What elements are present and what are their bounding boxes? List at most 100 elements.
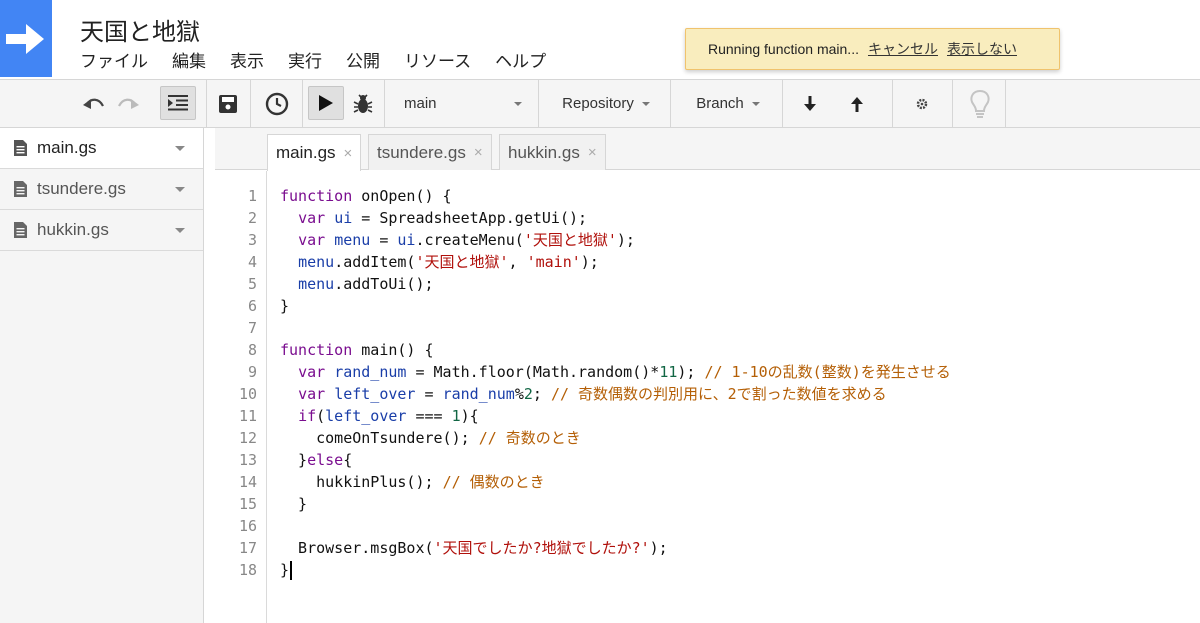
code-token: ); (580, 253, 599, 271)
code-token: function (280, 341, 353, 359)
code-line[interactable] (280, 515, 951, 537)
notice-cancel-link[interactable]: キャンセル (868, 39, 938, 59)
file-item-hukkin[interactable]: hukkin.gs (0, 210, 203, 251)
file-name: hukkin.gs (37, 220, 109, 239)
close-icon[interactable]: × (344, 145, 353, 162)
toolbar-separator (538, 80, 539, 127)
tab-tsundere[interactable]: tsundere.gs × (368, 134, 492, 170)
settings-button[interactable] (908, 80, 936, 127)
code-line[interactable]: var left_over = rand_num%2; // 奇数偶数の判別用に… (280, 383, 951, 405)
code-line[interactable]: var menu = ui.createMenu('天国と地獄'); (280, 229, 951, 251)
line-number: 2 (247, 209, 257, 227)
code-line[interactable]: comeOnTsundere(); // 奇数のとき (280, 427, 951, 449)
chevron-down-icon[interactable] (175, 228, 185, 233)
chevron-down-icon[interactable] (175, 187, 185, 192)
toolbar-separator (384, 80, 385, 127)
tab-main[interactable]: main.gs × (267, 134, 362, 171)
code-line[interactable]: } (280, 559, 951, 581)
code-token: = (370, 231, 398, 249)
run-button[interactable] (308, 86, 344, 120)
code-line[interactable]: }else{ (280, 449, 951, 471)
menu-publish[interactable]: 公開 (346, 47, 380, 72)
chevron-down-icon[interactable] (175, 146, 185, 151)
redo-button[interactable] (114, 80, 142, 127)
menu-file[interactable]: ファイル (80, 47, 148, 72)
menu-help[interactable]: ヘルプ (495, 47, 546, 72)
code-token: rand_num (442, 385, 515, 403)
code-token: // 1-10の乱数(整数)を発生させる (704, 363, 951, 381)
line-number: 10 (238, 385, 257, 403)
close-icon[interactable]: × (588, 144, 597, 161)
file-name: tsundere.gs (37, 179, 126, 198)
file-icon (14, 222, 27, 238)
code-token: var (298, 385, 326, 403)
indent-toggle-button[interactable] (160, 86, 196, 120)
sidebar-resize-handle[interactable] (205, 128, 215, 623)
code-token: 2 (523, 385, 533, 403)
push-button[interactable] (845, 80, 869, 127)
code-line[interactable]: var ui = SpreadsheetApp.getUi(); (280, 207, 951, 229)
apps-script-logo[interactable] (0, 0, 52, 77)
code-token: ui (334, 209, 353, 227)
code-line[interactable]: function main() { (280, 339, 951, 361)
code-line[interactable]: menu.addToUi(); (280, 273, 951, 295)
code-token: if (298, 407, 317, 425)
line-number: 11 (238, 407, 257, 425)
tips-button[interactable] (962, 80, 998, 127)
save-icon (219, 94, 237, 113)
repository-dropdown[interactable]: Repository (546, 80, 666, 127)
notice-message: Running function main... (708, 41, 859, 57)
project-title[interactable]: 天国と地獄 (80, 12, 200, 47)
code-token: 11 (659, 363, 678, 381)
file-item-tsundere[interactable]: tsundere.gs (0, 169, 203, 210)
pull-button[interactable] (798, 80, 822, 127)
close-icon[interactable]: × (474, 144, 483, 161)
triggers-button[interactable] (260, 80, 294, 127)
code-line[interactable] (280, 317, 951, 339)
tab-hukkin[interactable]: hukkin.gs × (499, 134, 606, 170)
code-line[interactable]: function onOpen() { (280, 185, 951, 207)
code-line[interactable]: hukkinPlus(); // 偶数のとき (280, 471, 951, 493)
file-item-main[interactable]: main.gs (0, 128, 203, 169)
code-line[interactable]: if(left_over === 1){ (280, 405, 951, 427)
code-token: } (280, 297, 290, 315)
code-line[interactable]: Browser.msgBox('天国でしたか?地獄でしたか?'); (280, 537, 951, 559)
menu-run[interactable]: 実行 (288, 47, 322, 72)
function-select[interactable]: main (390, 80, 538, 127)
branch-dropdown[interactable]: Branch (680, 80, 776, 127)
code-editor[interactable]: 1 2 3 4 5 6 7 8 9 10 11 12 13 14 15 16 17 18 function onO… (215, 171, 1200, 623)
app-header: 天国と地獄 ファイル 編集 表示 実行 公開 リソース ヘルプ Running … (0, 0, 1200, 79)
line-number: 17 (238, 539, 257, 557)
code-line[interactable]: } (280, 493, 951, 515)
code-line[interactable]: menu.addItem('天国と地獄', 'main'); (280, 251, 951, 273)
code-token: hukkinPlus(); (280, 473, 443, 491)
debug-button[interactable] (348, 80, 378, 127)
code-token: var (298, 231, 326, 249)
line-number: 16 (238, 517, 257, 535)
code-token: left_over (325, 407, 407, 425)
editor-tab-bar: main.gs × tsundere.gs × hukkin.gs × (215, 128, 1200, 171)
code-line[interactable]: } (280, 295, 951, 317)
code-token: ){ (460, 407, 479, 425)
undo-button[interactable] (80, 80, 108, 127)
run-icon (319, 95, 333, 111)
code-line[interactable]: var rand_num = Math.floor(Math.random()*… (280, 361, 951, 383)
notice-dismiss-link[interactable]: 表示しない (947, 39, 1017, 59)
code-token: '天国でしたか?地獄でしたか?' (433, 539, 650, 557)
menu-edit[interactable]: 編集 (172, 47, 206, 72)
code-area[interactable]: function onOpen() { var ui = Spreadsheet… (280, 185, 951, 581)
toolbar-separator (250, 80, 251, 127)
toolbar-separator (1005, 80, 1006, 127)
code-token: 'main' (526, 253, 581, 271)
line-number: 5 (247, 275, 257, 293)
menu-view[interactable]: 表示 (230, 47, 264, 72)
repository-label: Repository (562, 95, 634, 112)
code-token: // 偶数のとき (442, 473, 545, 491)
menu-resources[interactable]: リソース (404, 47, 471, 72)
save-button[interactable] (214, 80, 242, 127)
